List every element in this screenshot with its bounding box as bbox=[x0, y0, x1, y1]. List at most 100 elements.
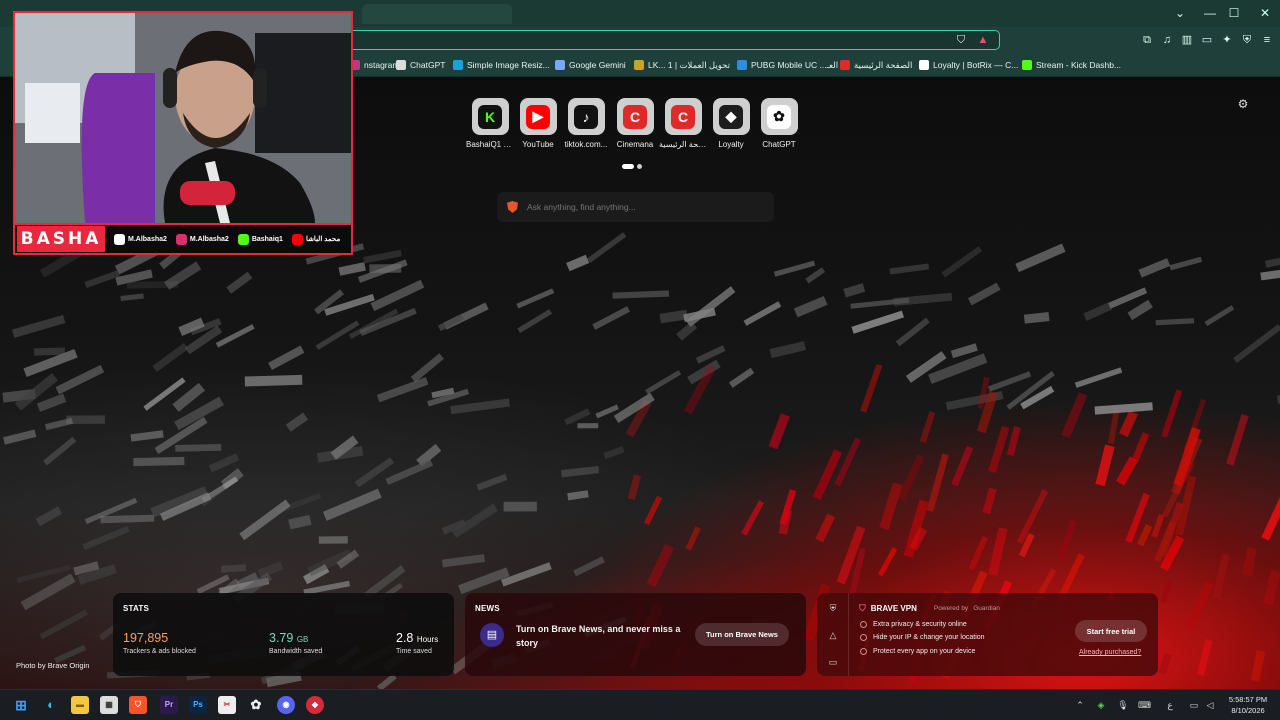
wallet-icon[interactable]: ▭ bbox=[1200, 33, 1214, 47]
wallpaper-streak bbox=[36, 393, 67, 412]
bookmark-item[interactable]: ChatGPT bbox=[396, 57, 445, 73]
extensions-icon[interactable]: ⧉ bbox=[1140, 33, 1154, 47]
photo-credit[interactable]: Photo by Brave Origin bbox=[16, 661, 89, 670]
tray-app-icon[interactable]: ◈ bbox=[1095, 699, 1107, 711]
top-site-tile[interactable]: C الصفحة الرئيسية bbox=[659, 98, 707, 149]
maximize-button[interactable]: ☐ bbox=[1219, 4, 1249, 22]
language-indicator[interactable]: ع bbox=[1164, 699, 1176, 711]
music-icon[interactable]: ♫ bbox=[1160, 33, 1174, 47]
top-site-tile[interactable]: ▶ YouTube bbox=[514, 98, 562, 149]
bookmark-item[interactable]: الصفحة الرئيسية bbox=[840, 57, 912, 73]
address-bar[interactable]: ⛉ ▲ bbox=[340, 30, 1000, 50]
vpn-feature-text: Extra privacy & security online bbox=[873, 621, 967, 628]
menu-icon[interactable]: ≡ bbox=[1260, 33, 1274, 47]
currency-icon bbox=[634, 60, 644, 70]
wallpaper-streak bbox=[1186, 580, 1213, 630]
brave-shield-icon[interactable]: ⛉ bbox=[953, 33, 969, 47]
premiere-icon[interactable]: Pr bbox=[160, 696, 178, 714]
windows-taskbar: ⊞ ◐ ▬ ▦ ⛉ Pr Ps ✂ ✿ ◉ ◆ ⌃ ◈ 🎙 ⌨ ع ▭ ◁ 5:… bbox=[0, 689, 1280, 720]
file-explorer-icon[interactable]: ▬ bbox=[71, 696, 89, 714]
wallpaper-streak bbox=[244, 374, 303, 387]
wallpaper-streak bbox=[1169, 256, 1203, 271]
wallpaper-streak bbox=[926, 453, 949, 512]
top-site-label: الصفحة الرئيسية bbox=[659, 140, 707, 149]
snipping-icon[interactable]: ✂ bbox=[218, 696, 236, 714]
wallpaper-streak bbox=[889, 263, 930, 275]
stats-title: STATS bbox=[123, 604, 150, 613]
wallpaper-streak bbox=[39, 609, 88, 640]
bookmark-item[interactable]: nstagram bbox=[350, 57, 399, 73]
close-button[interactable]: ✕ bbox=[1250, 4, 1280, 22]
bookmark-item[interactable]: Stream - Kick Dashb... bbox=[1022, 57, 1121, 73]
chatgpt-icon[interactable]: ✿ bbox=[247, 696, 265, 714]
time-unit: Hours bbox=[416, 635, 439, 644]
edge-icon[interactable]: ◐ bbox=[42, 696, 60, 714]
image-resize-icon bbox=[453, 60, 463, 70]
top-site-icon-frame: ✿ bbox=[760, 98, 798, 135]
system-clock[interactable]: 5:58:57 PM 8/10/2026 bbox=[1222, 694, 1274, 716]
social-handle: M.Albasha2 bbox=[114, 233, 167, 245]
wallpaper-streak bbox=[1127, 299, 1153, 321]
turn-on-news-button[interactable]: Turn on Brave News bbox=[695, 623, 789, 646]
settings-gear-icon[interactable]: ⚙ bbox=[1236, 97, 1250, 111]
bookmark-item[interactable]: Simple Image Resiz... bbox=[453, 57, 550, 73]
leo-ai-icon[interactable]: ✦ bbox=[1220, 33, 1234, 47]
app-icon[interactable]: ◆ bbox=[306, 696, 324, 714]
wallpaper-streak bbox=[987, 371, 1032, 392]
start-free-trial-button[interactable]: Start free trial bbox=[1075, 620, 1147, 642]
already-purchased-link[interactable]: Already purchased? bbox=[1079, 649, 1141, 656]
top-site-tile[interactable]: ♪ tiktok.com... bbox=[562, 98, 610, 149]
tab-search-icon[interactable]: ⌄ bbox=[1165, 4, 1195, 22]
windows-start-icon[interactable]: ⊞ bbox=[12, 696, 30, 714]
photoshop-icon[interactable]: Ps bbox=[189, 696, 207, 714]
bookmark-item[interactable]: LK... 1 | تحويل العملات bbox=[634, 57, 730, 73]
wallpaper-streak bbox=[257, 561, 284, 579]
bandwidth-saved-label: Bandwidth saved bbox=[269, 648, 323, 655]
rewards-triangle-icon[interactable]: △ bbox=[827, 629, 839, 641]
volume-icon[interactable]: ◁ bbox=[1204, 699, 1216, 711]
vpn-shield-icon[interactable]: ⛨ bbox=[827, 602, 839, 614]
network-icon[interactable]: ▭ bbox=[1188, 699, 1200, 711]
botrix-icon: ◆ bbox=[719, 104, 743, 129]
bookmark-item[interactable]: PUBG Mobile UC ...العـ bbox=[737, 57, 838, 73]
wallpaper-streak bbox=[1158, 652, 1172, 675]
sidebar-icon[interactable]: ▥ bbox=[1180, 33, 1194, 47]
wallpaper-streak bbox=[376, 377, 429, 403]
top-site-tile[interactable]: ✿ ChatGPT bbox=[755, 98, 803, 149]
vpn-header: ⛉ BRAVE VPN Powered by Guardian bbox=[859, 603, 1000, 614]
brave-icon[interactable]: ⛉ bbox=[129, 696, 147, 714]
social-handle: M.Albasha2 bbox=[175, 233, 229, 245]
microphone-icon[interactable]: 🎙 bbox=[1117, 699, 1129, 711]
wallpaper-streak bbox=[152, 342, 189, 373]
wallpaper-streak bbox=[659, 309, 688, 324]
top-site-tile[interactable]: ◆ Loyalty bbox=[707, 98, 755, 149]
bookmark-item[interactable]: Google Gemini bbox=[555, 57, 626, 73]
news-title: NEWS bbox=[475, 604, 500, 613]
top-sites-pager[interactable] bbox=[622, 164, 642, 169]
talk-camera-icon[interactable]: ▭ bbox=[827, 656, 839, 668]
brave-rewards-icon[interactable]: ▲ bbox=[975, 33, 991, 47]
pubg-icon bbox=[737, 60, 747, 70]
pager-dot[interactable] bbox=[637, 164, 642, 169]
discord-icon[interactable]: ◉ bbox=[277, 696, 295, 714]
tray-overflow-icon[interactable]: ⌃ bbox=[1074, 699, 1086, 711]
wallpaper-streak bbox=[592, 306, 631, 330]
keyboard-icon[interactable]: ⌨ bbox=[1138, 699, 1151, 711]
wallpaper-streak bbox=[1138, 258, 1171, 278]
wallpaper-streak bbox=[1196, 639, 1213, 676]
search-box[interactable] bbox=[497, 192, 774, 222]
browser-tab[interactable] bbox=[362, 4, 512, 24]
pager-dot-active[interactable] bbox=[622, 164, 634, 169]
clock-date: 8/10/2026 bbox=[1231, 706, 1265, 715]
top-site-tile[interactable]: C Cinemana bbox=[611, 98, 659, 149]
vpn-shield-icon[interactable]: ⛨ bbox=[1240, 33, 1254, 47]
top-site-tile[interactable]: K BashaiQ1 S... bbox=[466, 98, 514, 149]
wallpaper-streak bbox=[567, 490, 589, 501]
wallpaper-streak bbox=[643, 495, 663, 525]
store-icon[interactable]: ▦ bbox=[100, 696, 118, 714]
wallpaper-streak bbox=[877, 547, 898, 577]
top-site-label: Loyalty bbox=[718, 140, 744, 149]
search-input[interactable] bbox=[527, 202, 757, 212]
vpn-powered-by: Powered by bbox=[933, 605, 969, 612]
bookmark-item[interactable]: Loyalty | BotRix — C... bbox=[919, 57, 1018, 73]
